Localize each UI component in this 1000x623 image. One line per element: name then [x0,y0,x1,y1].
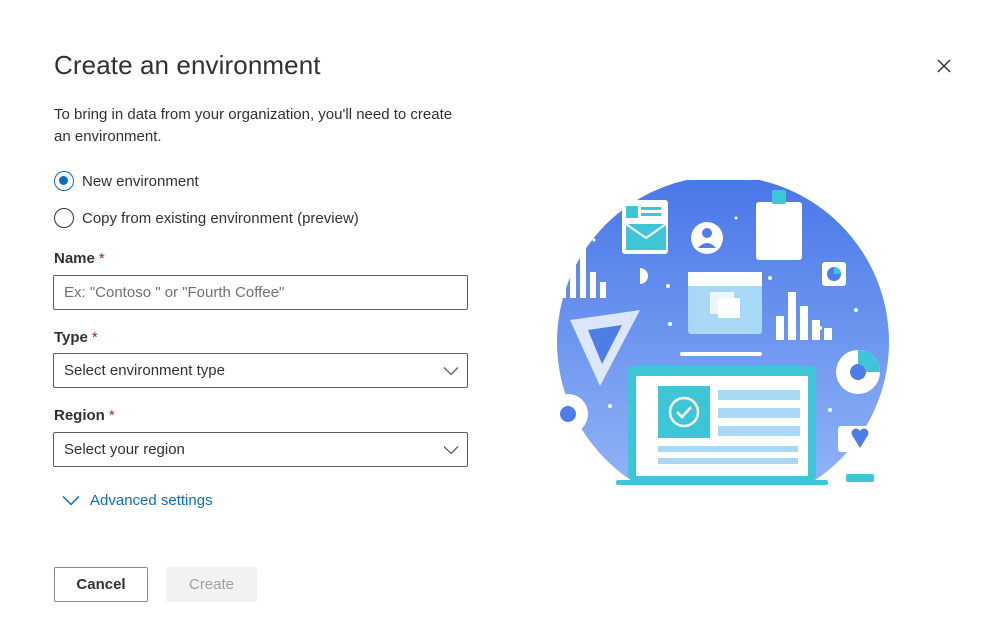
name-field[interactable] [53,275,468,310]
pencil-icon [680,352,762,356]
close-button[interactable] [930,52,958,80]
create-environment-dialog: Create an environment To bring in data f… [0,0,1000,623]
chevron-down-icon [443,445,459,454]
pie-chart-icon [822,262,846,286]
required-marker: * [108,407,115,424]
donut-chart-icon [836,350,880,394]
calendar-icon [688,272,762,334]
region-dropdown-value: Select your region [64,441,185,458]
advanced-settings-toggle[interactable]: Advanced settings [62,492,213,509]
type-dropdown[interactable]: Select environment type [53,353,468,388]
region-dropdown[interactable]: Select your region [53,432,468,467]
advanced-settings-label: Advanced settings [90,492,213,509]
required-marker: * [98,250,105,267]
chevron-down-icon [62,495,80,506]
radio-new-environment-label: New environment [82,172,199,190]
radio-copy-environment[interactable]: Copy from existing environment (preview) [54,208,359,228]
name-label: Name * [54,250,105,267]
chevron-down-icon [443,366,459,375]
radio-unselected-indicator[interactable] [54,208,74,228]
laptop-icon [616,366,828,485]
region-label: Region * [54,407,115,424]
user-icon [691,222,723,254]
radio-copy-environment-label: Copy from existing environment (preview) [82,209,359,227]
region-label-text: Region [54,407,105,424]
name-label-text: Name [54,250,95,267]
cancel-button[interactable]: Cancel [54,567,148,602]
type-dropdown-value: Select environment type [64,362,225,379]
name-input[interactable] [54,276,467,309]
required-marker: * [91,329,98,346]
close-icon [937,59,951,73]
dialog-title: Create an environment [54,50,321,80]
donut-chart-icon [548,394,588,434]
create-button[interactable]: Create [166,567,257,602]
radio-selected-indicator[interactable] [54,171,74,191]
dialog-description: To bring in data from your organization,… [54,106,453,145]
environment-illustration [540,180,900,500]
envelope-icon [622,200,668,254]
radio-new-environment[interactable]: New environment [54,171,199,191]
type-label: Type * [54,329,98,346]
type-label-text: Type [54,329,88,346]
